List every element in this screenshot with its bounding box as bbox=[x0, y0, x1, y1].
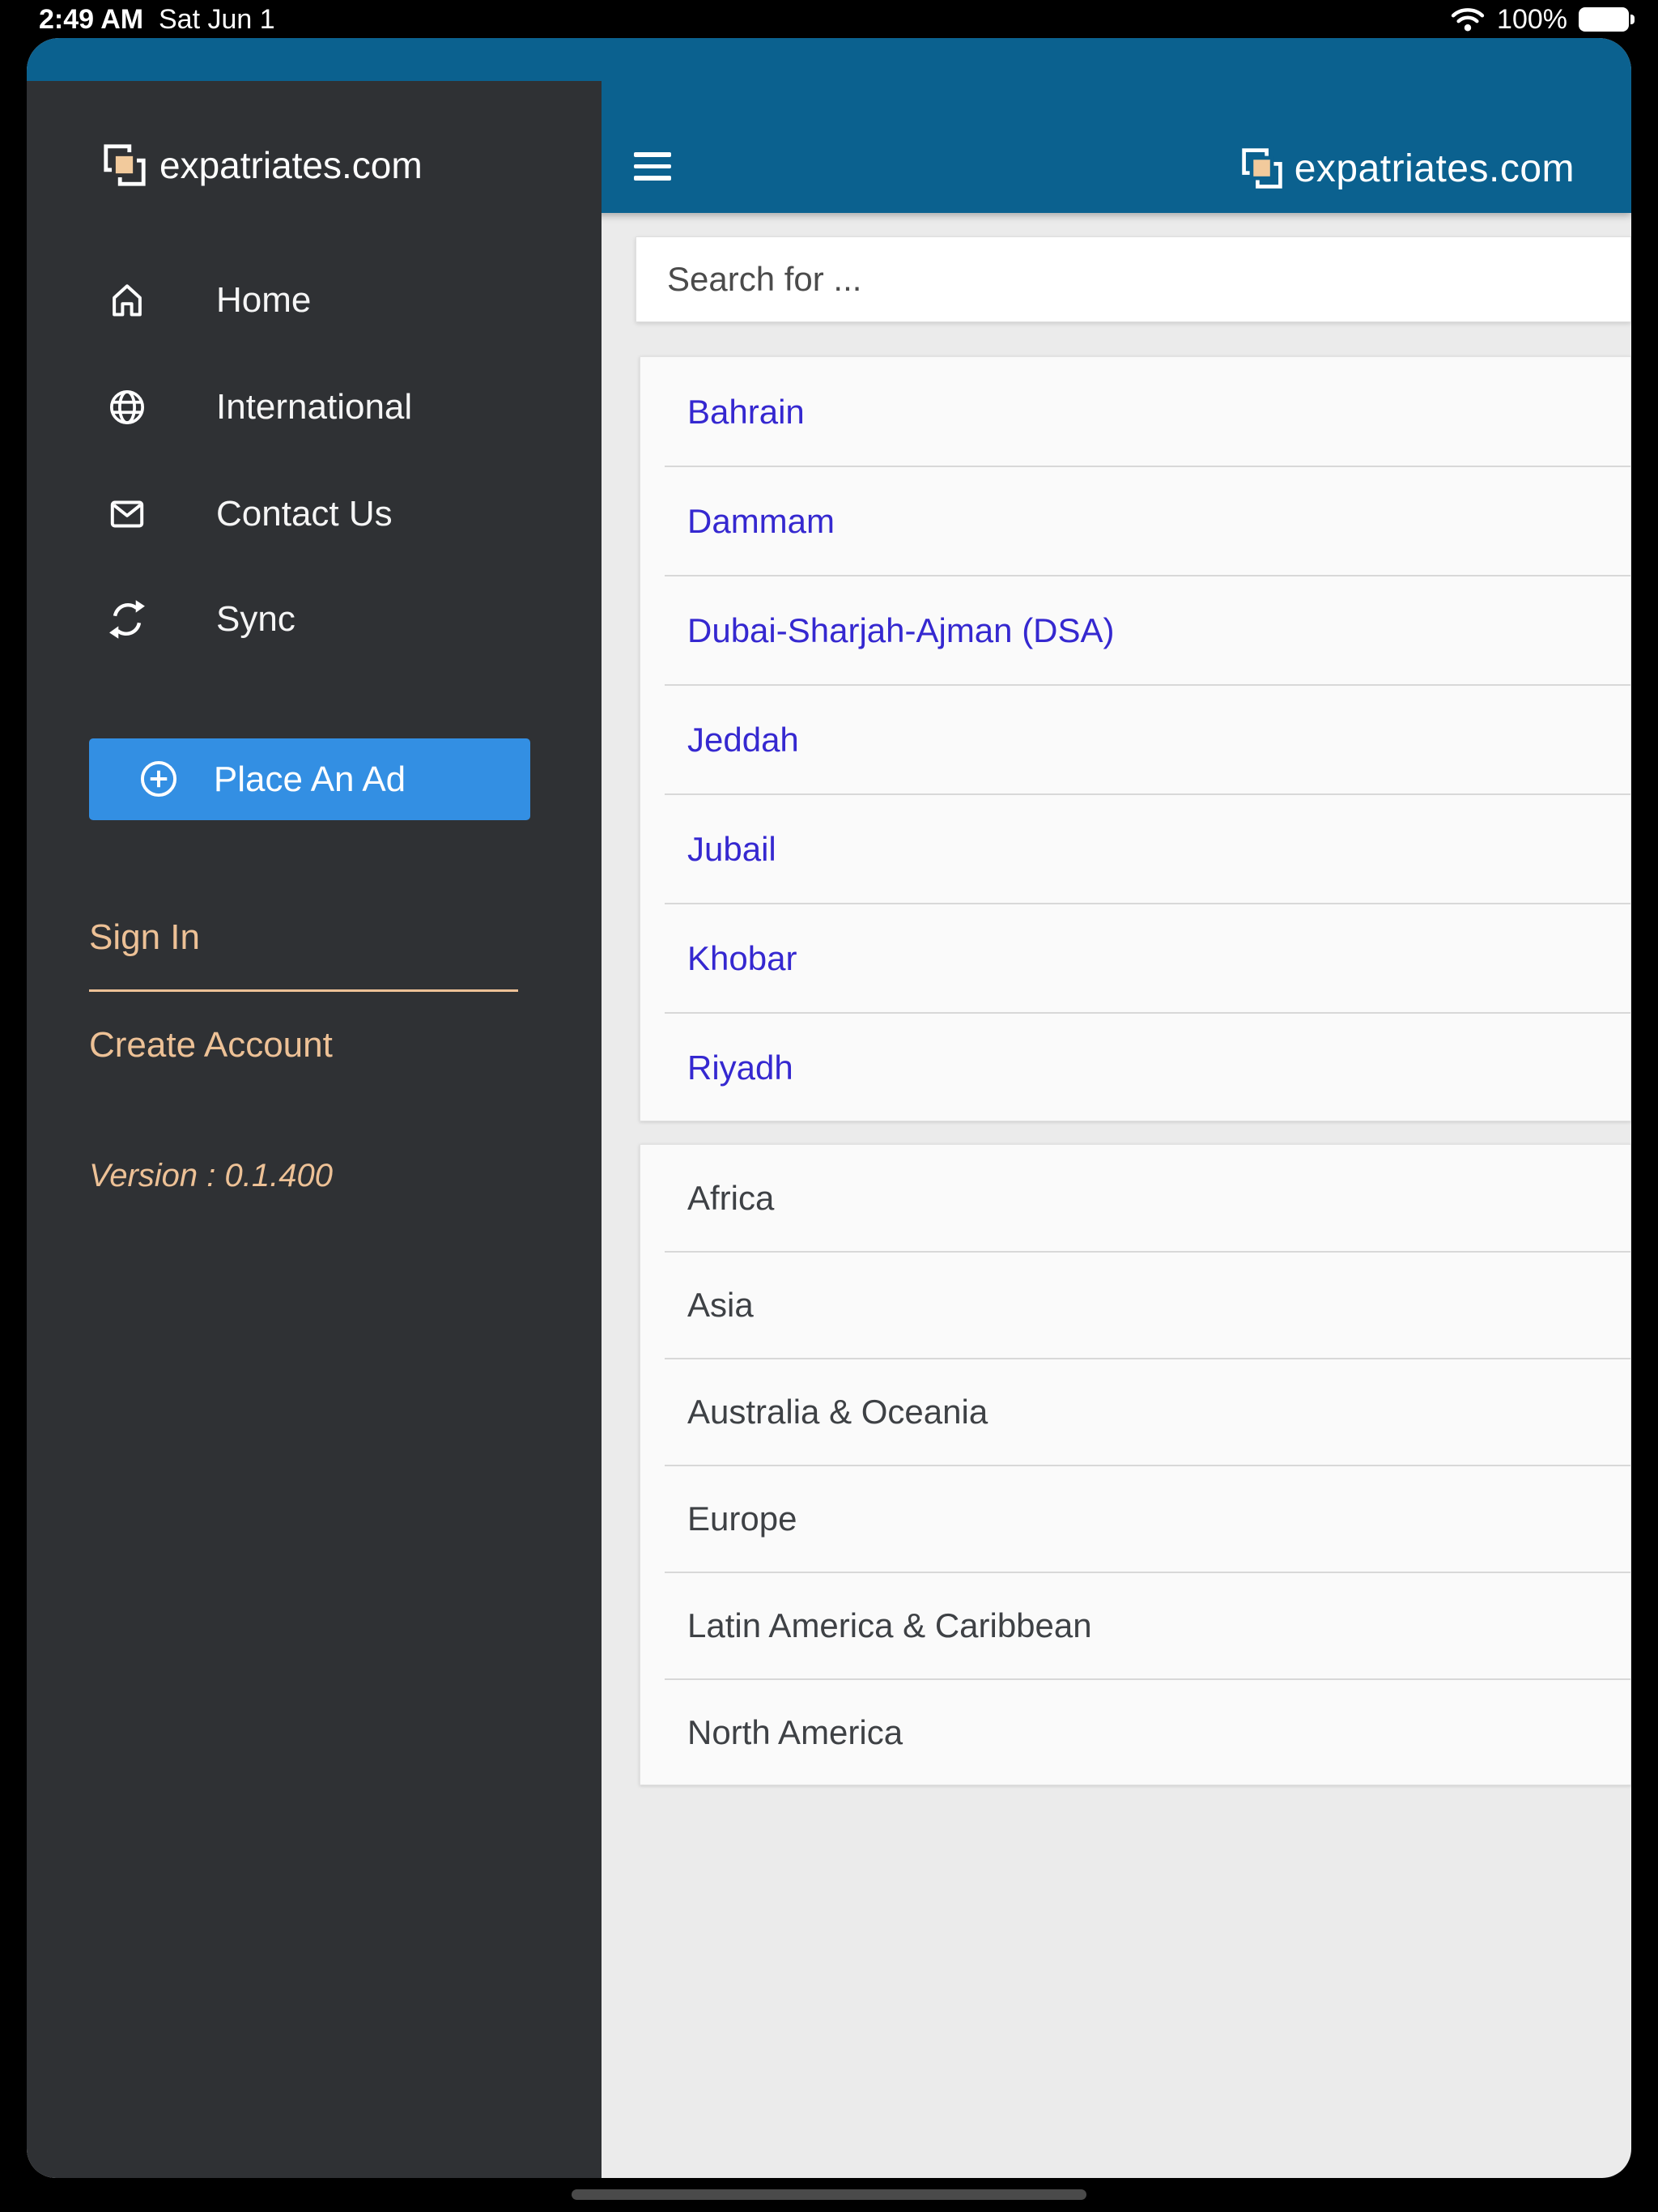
status-time: 2:49 AM bbox=[39, 4, 144, 35]
battery-percent: 100% bbox=[1497, 3, 1567, 35]
list-divider bbox=[665, 1465, 1630, 1466]
region-list-item-label: Asia bbox=[687, 1286, 754, 1324]
status-date: Sat Jun 1 bbox=[159, 4, 275, 35]
list-divider bbox=[665, 1572, 1630, 1573]
sidebar-item-contact-us[interactable]: Contact Us bbox=[27, 488, 602, 540]
region-list-item-label: Latin America & Caribbean bbox=[687, 1606, 1092, 1644]
overlapping-squares-logo-icon bbox=[1239, 146, 1285, 191]
list-divider bbox=[665, 1012, 1630, 1014]
wifi-icon bbox=[1450, 6, 1486, 33]
city-list-item[interactable]: Dubai-Sharjah-Ajman (DSA) bbox=[640, 575, 1630, 685]
list-divider bbox=[665, 1678, 1630, 1680]
sidebar-item-home[interactable]: Home bbox=[27, 274, 602, 326]
region-list-item-label: North America bbox=[687, 1713, 903, 1751]
city-list-item-label: Bahrain bbox=[687, 392, 805, 431]
city-list-item[interactable]: Jeddah bbox=[640, 684, 1630, 794]
city-list-item-label: Jubail bbox=[687, 829, 776, 868]
home-indicator[interactable] bbox=[572, 2189, 1086, 2200]
search-input[interactable] bbox=[636, 237, 1630, 321]
region-list-item[interactable]: Latin America & Caribbean bbox=[640, 1572, 1630, 1679]
globe-icon bbox=[104, 385, 150, 430]
place-an-ad-label: Place An Ad bbox=[213, 759, 406, 799]
sign-in-link[interactable]: Sign In bbox=[89, 917, 200, 958]
header-brand-text: expatriates.com bbox=[1294, 147, 1575, 190]
device-screen: 2:49 AM Sat Jun 1 100% expatriates.com S… bbox=[0, 0, 1658, 2212]
city-list-item-label: Dubai-Sharjah-Ajman (DSA) bbox=[687, 610, 1115, 649]
sidebar-brand: expatriates.com bbox=[101, 139, 423, 191]
sidebar-item-label: Contact Us bbox=[216, 494, 393, 534]
header-brand: expatriates.com bbox=[1239, 138, 1575, 198]
region-list-item-label: Africa bbox=[687, 1179, 775, 1217]
list-divider bbox=[665, 903, 1630, 904]
region-list-item-label: Australia & Oceania bbox=[687, 1393, 988, 1431]
status-bar: 2:49 AM Sat Jun 1 100% bbox=[0, 0, 1658, 38]
region-list-item[interactable]: North America bbox=[640, 1678, 1630, 1786]
sidebar-drawer: expatriates.com Home International Conta… bbox=[27, 81, 602, 2178]
list-divider bbox=[665, 684, 1630, 686]
sidebar-divider bbox=[89, 989, 518, 992]
sidebar-item-international[interactable]: International bbox=[27, 381, 602, 433]
city-list-item-label: Khobar bbox=[687, 938, 797, 977]
region-list: Africa Asia Australia & Oceania Europe Latin… bbox=[640, 1144, 1631, 1785]
list-divider bbox=[665, 1358, 1630, 1359]
overlapping-squares-logo-icon bbox=[101, 142, 148, 189]
sidebar-item-label: Home bbox=[216, 280, 312, 320]
status-right-cluster: 100% bbox=[1450, 3, 1635, 35]
search-box bbox=[636, 236, 1631, 322]
list-divider bbox=[665, 1251, 1630, 1253]
city-list: Bahrain Dammam Dubai-Sharjah-Ajman (DSA) Je… bbox=[640, 356, 1631, 1121]
city-list-item[interactable]: Khobar bbox=[640, 903, 1630, 1013]
battery-icon bbox=[1579, 7, 1635, 32]
app-window: expatriates.com Bahrain Dammam Dubai-Sharj… bbox=[27, 38, 1631, 2178]
list-divider bbox=[665, 793, 1630, 795]
list-divider bbox=[665, 466, 1630, 467]
home-icon bbox=[104, 278, 150, 323]
create-account-link[interactable]: Create Account bbox=[89, 1025, 333, 1066]
city-list-item[interactable]: Riyadh bbox=[640, 1012, 1630, 1122]
city-list-item[interactable]: Jubail bbox=[640, 793, 1630, 904]
place-an-ad-button[interactable]: Place An Ad bbox=[89, 738, 530, 820]
region-list-item-label: Europe bbox=[687, 1499, 797, 1538]
region-list-item[interactable]: Africa bbox=[640, 1145, 1630, 1252]
city-list-item[interactable]: Bahrain bbox=[640, 357, 1630, 466]
mail-icon bbox=[104, 491, 150, 537]
list-divider bbox=[665, 575, 1630, 576]
city-list-item-label: Jeddah bbox=[687, 720, 799, 759]
sync-icon bbox=[104, 597, 150, 642]
sidebar-item-label: Sync bbox=[216, 599, 295, 639]
region-list-item[interactable]: Asia bbox=[640, 1251, 1630, 1359]
city-list-item[interactable]: Dammam bbox=[640, 466, 1630, 576]
sidebar-brand-text: expatriates.com bbox=[159, 144, 423, 186]
city-list-item-label: Dammam bbox=[687, 501, 835, 540]
version-label: Version : 0.1.400 bbox=[89, 1158, 333, 1193]
sidebar-item-label: International bbox=[216, 387, 413, 427]
region-list-item[interactable]: Europe bbox=[640, 1465, 1630, 1572]
sidebar-item-sync[interactable]: Sync bbox=[27, 593, 602, 645]
hamburger-menu-icon[interactable] bbox=[634, 152, 671, 181]
city-list-item-label: Riyadh bbox=[687, 1048, 793, 1087]
region-list-item[interactable]: Australia & Oceania bbox=[640, 1358, 1630, 1465]
